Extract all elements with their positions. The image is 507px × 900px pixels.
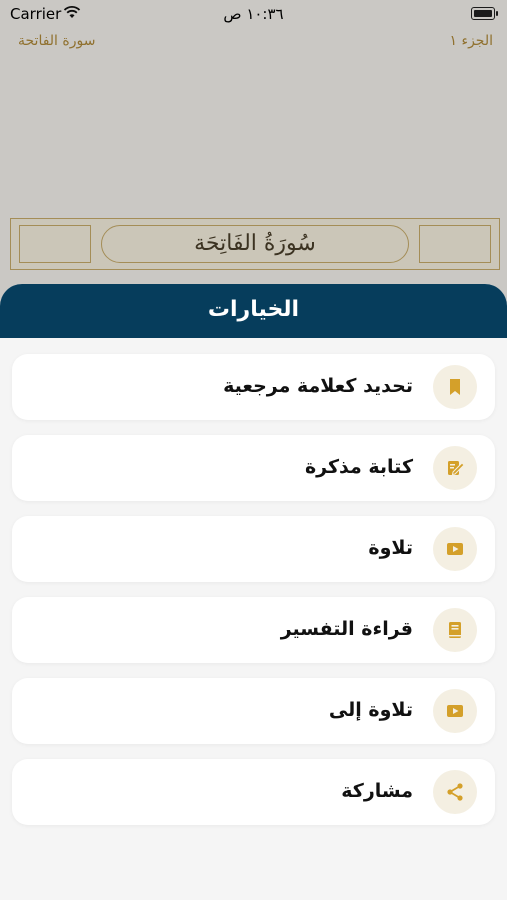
note-edit-icon xyxy=(433,446,477,490)
book-icon xyxy=(433,608,477,652)
option-bookmark[interactable]: تحديد كعلامة مرجعية xyxy=(12,354,495,420)
option-recite[interactable]: تلاوة xyxy=(12,516,495,582)
sheet-title: الخيارات xyxy=(0,284,507,338)
option-write-note[interactable]: كتابة مذكرة xyxy=(12,435,495,501)
play-icon xyxy=(433,689,477,733)
option-share[interactable]: مشاركة xyxy=(12,759,495,825)
share-icon xyxy=(433,770,477,814)
option-label: تلاوة إلى xyxy=(328,699,413,721)
option-label: تحديد كعلامة مرجعية xyxy=(223,375,413,397)
option-recite-to[interactable]: تلاوة إلى xyxy=(12,678,495,744)
option-read-tafsir[interactable]: قراءة التفسير xyxy=(12,597,495,663)
play-icon xyxy=(433,527,477,571)
option-label: قراءة التفسير xyxy=(280,618,413,640)
option-label: مشاركة xyxy=(341,780,413,802)
options-sheet: الخيارات تحديد كعلامة مرجعية كتابة مذكرة… xyxy=(0,284,507,900)
options-list: تحديد كعلامة مرجعية كتابة مذكرة تلاوة قر… xyxy=(12,354,495,840)
option-label: تلاوة xyxy=(368,537,413,559)
bookmark-icon xyxy=(433,365,477,409)
option-label: كتابة مذكرة xyxy=(304,456,413,478)
